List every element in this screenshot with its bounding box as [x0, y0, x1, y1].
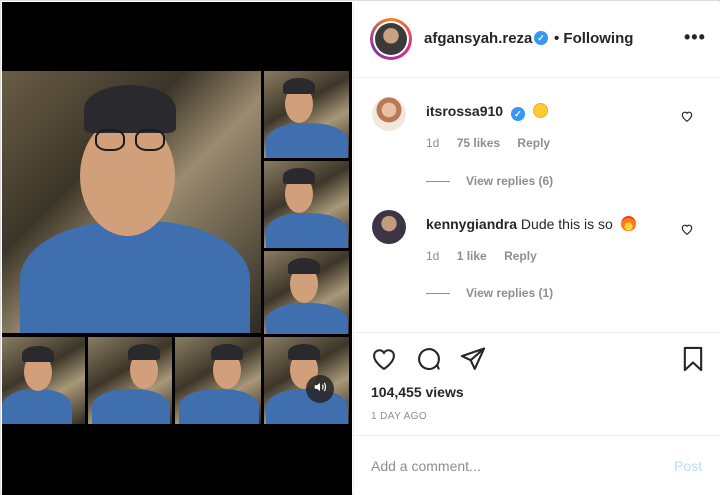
add-comment-bar: Post [354, 435, 720, 495]
reply-button[interactable]: Reply [504, 249, 537, 263]
star-struck-emoji [532, 103, 548, 118]
video-tile [264, 71, 349, 158]
more-options-icon[interactable]: ••• [684, 27, 706, 48]
following-button[interactable]: • Following [554, 30, 633, 47]
comment-icon[interactable] [415, 345, 443, 373]
bookmark-icon[interactable] [679, 345, 707, 373]
commenter-avatar[interactable] [372, 210, 406, 244]
video-tile-main [2, 71, 261, 333]
share-icon[interactable] [459, 345, 487, 373]
commenter-username[interactable]: kennygiandra [426, 216, 517, 232]
comment-text: Dude this is so [520, 216, 613, 232]
verified-badge-icon: ✓ [534, 31, 548, 45]
view-replies-label: View replies (6) [466, 174, 554, 188]
video-tile [264, 251, 349, 334]
comment-likes[interactable]: 1 like [457, 249, 487, 263]
post-window: afgansyah.reza ✓ • Following ••• itsross… [0, 0, 720, 495]
post-video[interactable] [2, 2, 352, 495]
replies-divider [426, 181, 450, 183]
view-replies-button[interactable]: View replies (6) [426, 174, 553, 188]
post-comment-button[interactable]: Post [674, 458, 702, 474]
video-tile [175, 337, 261, 424]
fire-emoji [620, 216, 636, 231]
post-date[interactable]: 1 DAY AGO [371, 411, 427, 422]
view-replies-label: View replies (1) [466, 286, 554, 300]
view-replies-button[interactable]: View replies (1) [426, 286, 553, 300]
reply-button[interactable]: Reply [517, 136, 550, 150]
author-username[interactable]: afgansyah.reza [424, 30, 532, 47]
heart-icon[interactable] [370, 345, 398, 373]
speaker-icon [313, 380, 327, 399]
comment-likes[interactable]: 75 likes [457, 136, 500, 150]
commenter-avatar[interactable] [372, 97, 406, 131]
video-tile [2, 337, 85, 424]
view-count[interactable]: 104,455 views [371, 384, 464, 400]
comment-time[interactable]: 1d [426, 249, 439, 263]
post-header: afgansyah.reza ✓ • Following ••• [354, 2, 720, 78]
commenter-username[interactable]: itsrossa910 [426, 103, 503, 119]
video-tile [264, 337, 349, 424]
comment-time[interactable]: 1d [426, 136, 439, 150]
comment-input[interactable] [371, 456, 651, 476]
comments-list[interactable]: itsrossa910 ✓ 1d 75 likes Reply View rep… [354, 79, 720, 332]
mute-toggle-button[interactable] [306, 375, 334, 403]
like-comment-heart-icon[interactable] [680, 109, 694, 123]
post-actions-bar: 104,455 views 1 DAY AGO [354, 332, 720, 435]
replies-divider [426, 293, 450, 295]
like-comment-heart-icon[interactable] [680, 222, 694, 236]
video-tile [264, 161, 349, 248]
post-details-panel: afgansyah.reza ✓ • Following ••• itsross… [353, 2, 720, 495]
verified-badge-icon: ✓ [510, 107, 525, 121]
author-avatar[interactable] [370, 18, 412, 60]
video-tile [88, 337, 172, 424]
